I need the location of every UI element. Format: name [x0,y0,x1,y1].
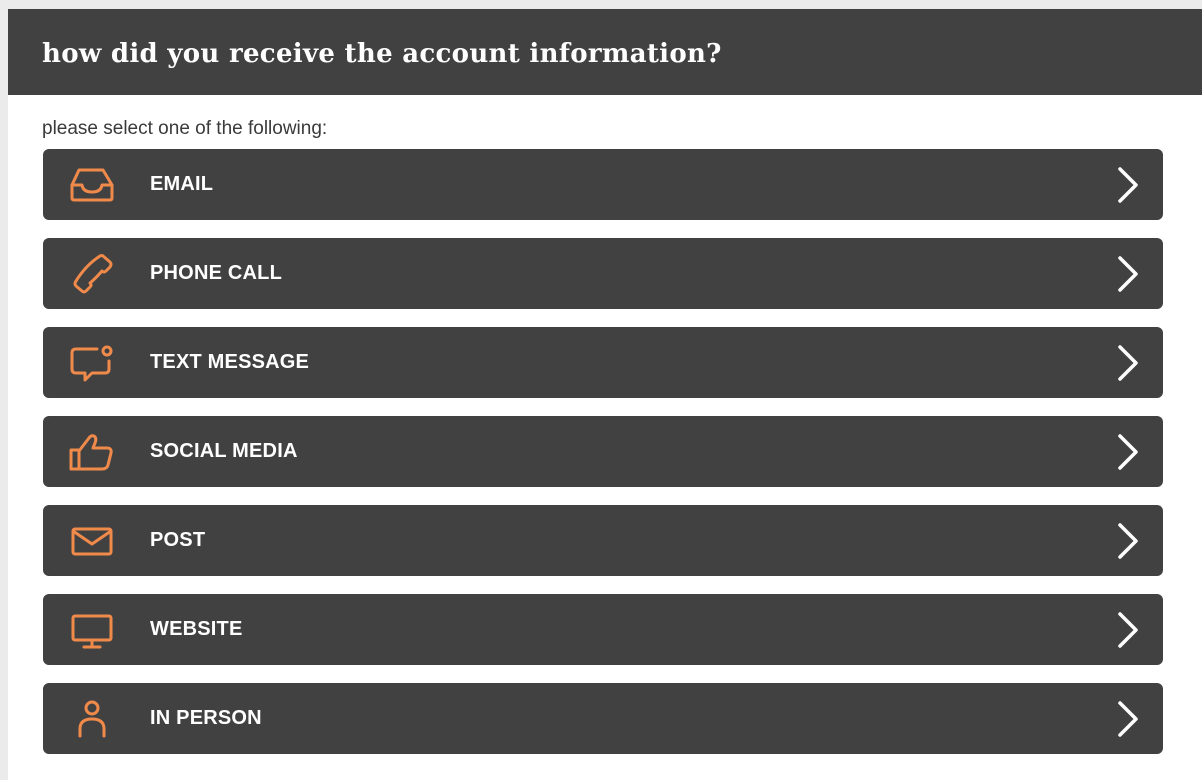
chevron-right-icon [1115,165,1141,205]
chevron-right-icon [1115,254,1141,294]
monitor-icon [67,610,117,650]
chat-bubble-notification-icon [67,343,117,383]
option-label: EMAIL [150,173,214,195]
option-label: POST [150,529,206,551]
option-label: WEBSITE [150,618,243,640]
chevron-right-icon [1115,699,1141,739]
chevron-right-icon [1115,521,1141,561]
option-label: TEXT MESSAGE [150,351,310,373]
person-icon [67,699,117,739]
chevron-right-icon [1115,343,1141,383]
selection-prompt: please select one of the following: [42,118,328,139]
option-label: PHONE CALL [150,262,282,284]
envelope-icon [67,521,117,561]
thumbs-up-icon [67,432,117,472]
phone-icon [67,253,117,294]
option-phone-call[interactable]: PHONE CALL [43,238,1163,309]
option-text-message[interactable]: TEXT MESSAGE [43,327,1163,398]
chevron-right-icon [1115,432,1141,472]
option-list: EMAIL PHONE CALL TEXT MESSAGE SOCIAL MED… [43,149,1163,772]
option-website[interactable]: WEBSITE [43,594,1163,665]
option-post[interactable]: POST [43,505,1163,576]
option-label: IN PERSON [150,707,262,729]
chevron-right-icon [1115,610,1141,650]
option-email[interactable]: EMAIL [43,149,1163,220]
option-social-media[interactable]: SOCIAL MEDIA [43,416,1163,487]
question-header: how did you receive the account informat… [8,9,1202,95]
option-label: SOCIAL MEDIA [150,440,298,462]
question-card: how did you receive the account informat… [8,9,1202,780]
question-title: how did you receive the account informat… [42,39,722,69]
inbox-tray-icon [67,165,117,205]
option-in-person[interactable]: IN PERSON [43,683,1163,754]
